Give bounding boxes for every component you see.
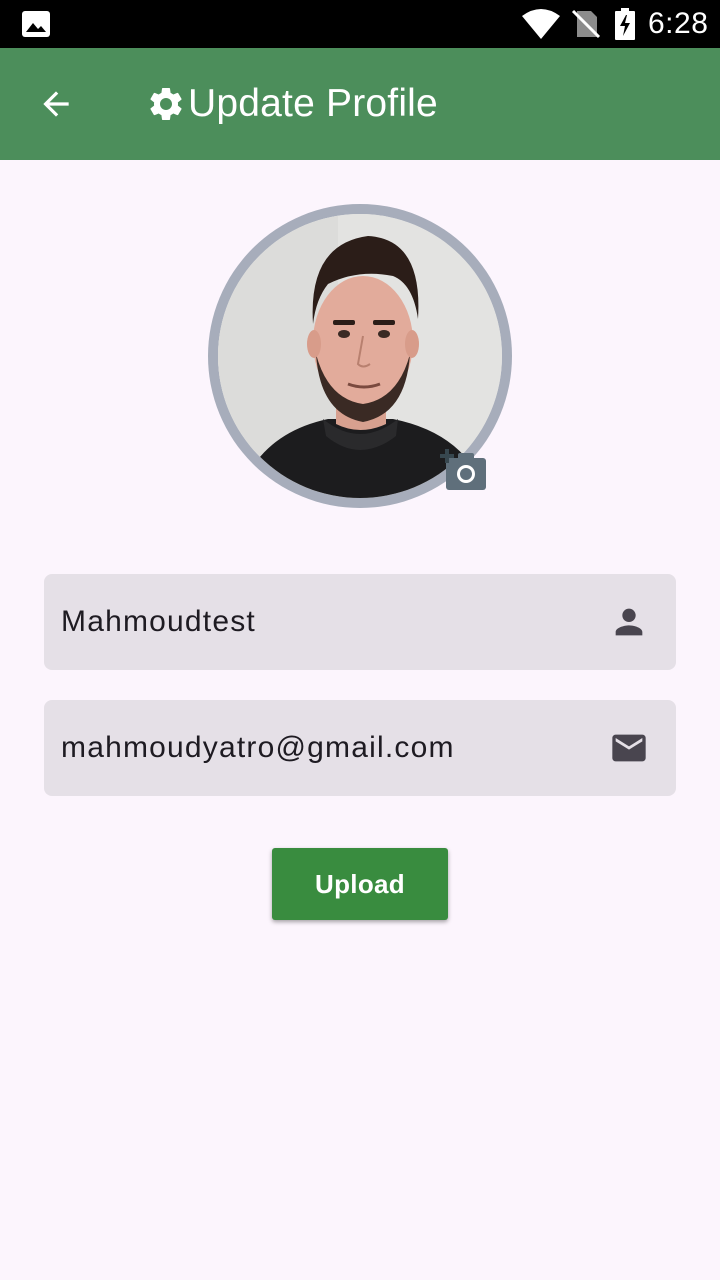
email-input[interactable] [61, 700, 581, 796]
app-bar-title: Update Profile [146, 78, 438, 130]
app-bar: Update Profile [0, 48, 720, 160]
status-bar: 6:28 [0, 0, 720, 48]
mail-icon [612, 734, 646, 762]
status-time: 6:28 [648, 7, 709, 40]
name-field[interactable] [44, 574, 676, 670]
name-input[interactable] [61, 574, 581, 670]
gear-icon [150, 87, 182, 120]
add-photo-button[interactable] [438, 448, 490, 494]
wifi-icon [522, 9, 560, 39]
back-button[interactable] [28, 76, 84, 132]
arrow-back-icon [43, 91, 69, 117]
battery-charging-icon [615, 8, 635, 40]
page-title: Update Profile [188, 82, 438, 125]
upload-button[interactable]: Upload [272, 848, 448, 920]
no-sim-icon [571, 9, 601, 39]
person-icon [615, 608, 643, 636]
gallery-icon [22, 11, 50, 37]
email-field[interactable] [44, 700, 676, 796]
update-profile-screen: 6:28 Update Profile Mahmoudtest mahmoudy… [0, 0, 720, 1280]
add-a-photo-icon [440, 449, 486, 490]
